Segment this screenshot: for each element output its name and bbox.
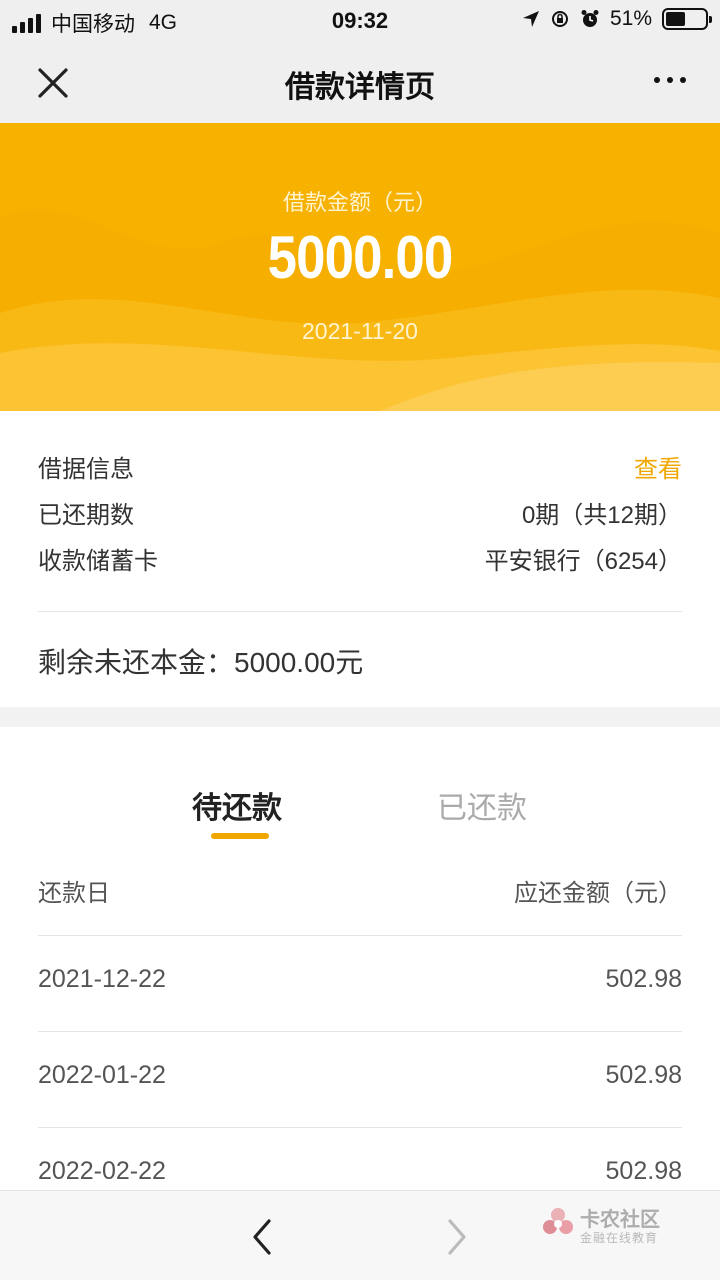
watermark-subtitle: 金融在线教育	[580, 1231, 659, 1245]
loan-info-section: 借据信息 查看 已还期数 0期（共12期） 收款储蓄卡 平安银行（6254） 剩…	[0, 411, 720, 707]
status-right: 51%	[522, 7, 712, 31]
repayment-tabs: 待还款 已还款	[0, 727, 720, 847]
loan-amount-banner: 借款金额（元） 5000.00 2021-11-20	[0, 123, 720, 411]
divider	[38, 1031, 682, 1032]
tab-repaid[interactable]: 已还款	[437, 783, 527, 827]
info-label: 收款储蓄卡	[38, 548, 158, 575]
table-row: 2022-01-22 502.98	[38, 1061, 682, 1101]
nav-bar: 借款详情页	[0, 40, 720, 123]
divider	[38, 1127, 682, 1128]
view-receipt-link[interactable]: 查看	[634, 449, 682, 484]
tab-pending[interactable]: 待还款	[192, 783, 282, 827]
info-label: 已还期数	[38, 502, 134, 529]
repayment-date: 2022-02-22	[38, 1157, 166, 1185]
watermark-flower-icon	[543, 1208, 573, 1234]
column-header-amount: 应还金额（元）	[514, 880, 682, 907]
watermark-title: 卡农社区	[580, 1209, 660, 1231]
divider	[38, 935, 682, 936]
loan-amount-value: 5000.00	[267, 224, 454, 291]
repayment-amount: 502.98	[605, 965, 682, 993]
table-row: 2021-12-22 502.98	[38, 965, 682, 1005]
browser-bottom-bar: 卡农社区 金融在线教育	[0, 1190, 720, 1280]
info-row-receipt: 借据信息 查看	[38, 449, 682, 489]
column-header-date: 还款日	[38, 880, 110, 907]
section-gap	[0, 707, 720, 727]
repayment-date: 2021-12-22	[38, 965, 166, 993]
info-row-card: 收款储蓄卡 平安银行（6254）	[38, 541, 682, 581]
info-row-periods: 已还期数 0期（共12期）	[38, 495, 682, 535]
chevron-right-icon[interactable]	[442, 1217, 472, 1257]
more-icon[interactable]	[654, 77, 686, 83]
loan-amount-label: 借款金额（元）	[282, 190, 437, 215]
battery-icon	[662, 8, 712, 30]
loan-date: 2021-11-20	[302, 318, 418, 344]
repayment-date: 2022-01-22	[38, 1061, 166, 1089]
repayment-amount: 502.98	[605, 1157, 682, 1185]
remaining-principal: 剩余未还本金：5000.00元	[38, 647, 364, 678]
battery-percent: 51%	[609, 7, 652, 30]
repayment-amount: 502.98	[605, 1061, 682, 1089]
status-bar: 中国移动 4G 09:32 51%	[0, 0, 720, 40]
info-value: 平安银行（6254）	[484, 548, 682, 575]
page-title: 借款详情页	[285, 71, 435, 104]
info-label: 借据信息	[38, 456, 134, 483]
info-value: 0期（共12期）	[521, 502, 682, 529]
active-tab-indicator	[211, 833, 269, 839]
chevron-left-icon[interactable]	[247, 1217, 277, 1257]
divider	[38, 611, 682, 612]
rotation-lock-icon	[551, 11, 568, 27]
location-arrow-icon	[522, 11, 539, 27]
alarm-icon	[581, 10, 599, 27]
watermark-logo: 卡农社区 金融在线教育	[540, 1201, 710, 1257]
